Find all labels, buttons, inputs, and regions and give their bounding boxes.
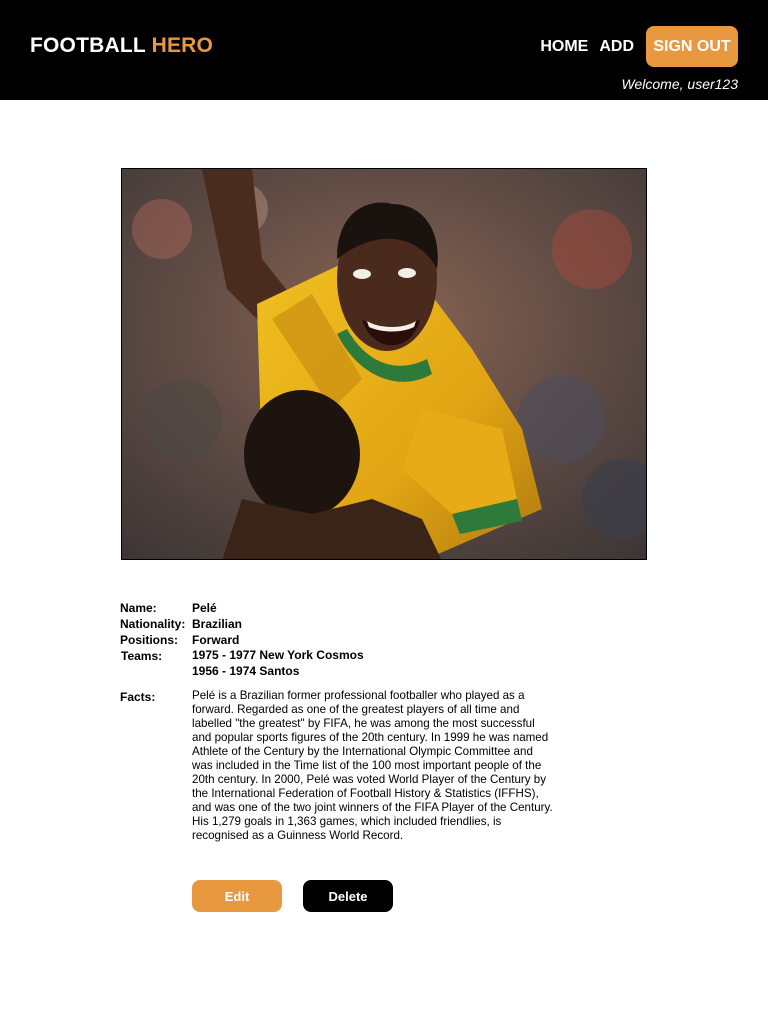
top-header: FOOTBALL HERO HOME ADD SIGN OUT Welcome,… — [0, 0, 768, 100]
name-value: Pelé — [192, 601, 217, 615]
facts-label: Facts: — [120, 690, 156, 704]
nationality-row: Nationality: Brazilian — [120, 616, 560, 632]
nationality-value: Brazilian — [192, 617, 243, 631]
teams-row: Teams: 1975 - 1977 New York Cosmos 1956 … — [120, 648, 560, 679]
sign-out-button[interactable]: SIGN OUT — [646, 26, 738, 67]
edit-button[interactable]: Edit — [192, 880, 282, 912]
logo-text-hero: HERO — [151, 34, 214, 57]
main-nav: HOME ADD SIGN OUT — [540, 26, 738, 67]
site-logo[interactable]: FOOTBALL HERO — [30, 33, 213, 59]
positions-value: Forward — [192, 633, 240, 647]
team-item: 1975 - 1977 New York Cosmos — [192, 648, 364, 662]
teams-label: Teams: — [121, 649, 163, 663]
player-photo — [121, 168, 647, 560]
positions-label: Positions: — [120, 633, 179, 647]
facts-text: Pelé is a Brazilian former professional … — [192, 689, 553, 842]
logo-text-football: FOOTBALL — [30, 34, 146, 57]
delete-button[interactable]: Delete — [303, 880, 393, 912]
player-photo-illustration — [122, 169, 646, 559]
nav-home-link[interactable]: HOME — [540, 27, 588, 67]
teams-list: 1975 - 1977 New York Cosmos 1956 - 1974 … — [192, 648, 364, 679]
name-row: Name: Pelé — [120, 600, 560, 616]
facts-row: Facts: Pelé is a Brazilian former profes… — [120, 689, 560, 843]
positions-row: Positions: Forward — [120, 632, 560, 648]
nationality-label: Nationality: — [120, 617, 186, 631]
welcome-message: Welcome, user123 — [621, 76, 738, 92]
nav-add-link[interactable]: ADD — [599, 27, 634, 67]
team-item: 1956 - 1974 Santos — [192, 663, 300, 678]
name-label: Name: — [120, 601, 157, 615]
player-details: Name: Pelé Nationality: Brazilian Positi… — [120, 600, 560, 843]
